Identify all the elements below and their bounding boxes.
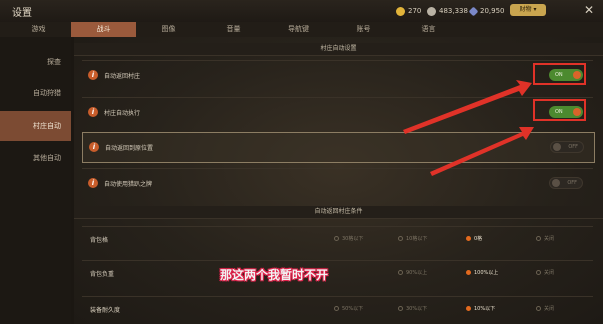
video-subtitle: 那这两个我暂时不开 <box>220 268 329 282</box>
arrow-icon <box>403 80 532 134</box>
arrow-icon <box>430 127 534 176</box>
